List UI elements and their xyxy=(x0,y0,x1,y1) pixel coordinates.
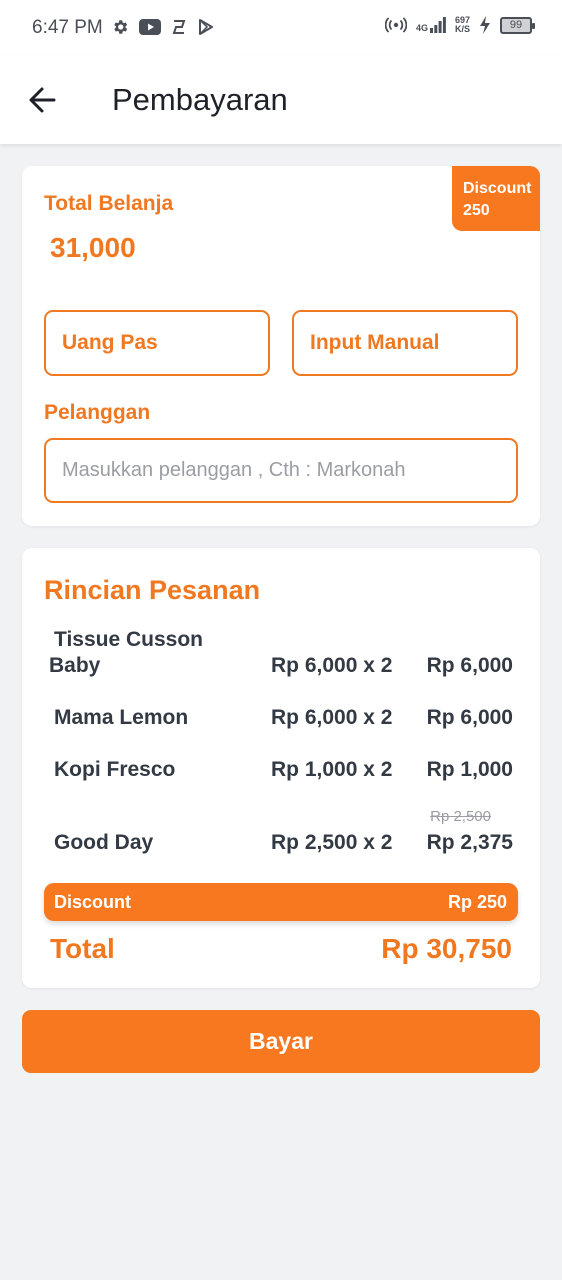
customer-input[interactable] xyxy=(44,438,518,503)
item-qty: Rp 6,000 x 2 xyxy=(271,654,393,677)
discount-bar: Discount Rp 250 xyxy=(44,883,518,921)
item-qty: Rp 2,500 x 2 xyxy=(271,831,393,854)
payment-summary-card: Total Belanja 31,000 Discount 250 Uang P… xyxy=(22,166,540,526)
customer-label: Pelanggan xyxy=(44,401,151,424)
status-bar: 6:47 PM 4G 697 K/S 99 xyxy=(0,0,562,56)
app-icon xyxy=(172,20,186,34)
youtube-icon xyxy=(139,19,161,35)
arrow-left-icon xyxy=(29,87,56,113)
back-button[interactable] xyxy=(26,84,62,116)
page-title: Pembayaran xyxy=(112,82,288,117)
network-type: 4G xyxy=(415,23,428,33)
status-time: 6:47 PM xyxy=(32,17,103,38)
item-name: Kopi Fresco xyxy=(54,758,176,781)
grand-total-value: Rp 30,750 xyxy=(381,933,512,964)
item-subtotal: Rp 6,000 xyxy=(426,706,513,729)
hotspot-icon xyxy=(384,17,407,33)
item-subtotal: Rp 2,375 xyxy=(426,831,513,854)
total-belanja-value: 31,000 xyxy=(50,232,136,263)
item-qty: Rp 1,000 x 2 xyxy=(271,758,393,781)
signal-indicator: 4G xyxy=(416,17,446,33)
order-details-card: Rincian Pesanan Tissue Cusson Baby Rp 6,… xyxy=(22,548,540,988)
charging-icon xyxy=(480,16,490,34)
item-subtotal: Rp 1,000 xyxy=(426,758,513,781)
order-details-title: Rincian Pesanan xyxy=(44,575,261,605)
system-icons: 4G 697 K/S 99 xyxy=(384,16,535,34)
net-speed-unit: K/S xyxy=(454,24,470,34)
discount-badge-value: 250 xyxy=(463,202,490,219)
discount-badge: Discount 250 xyxy=(452,166,540,231)
total-belanja-label: Total Belanja xyxy=(44,192,174,215)
signal-icon xyxy=(429,17,446,33)
play-store-icon xyxy=(199,19,213,35)
notification-icons xyxy=(111,18,215,36)
settings-icon xyxy=(114,20,128,34)
manual-input-button[interactable]: Input Manual xyxy=(292,310,518,376)
battery-icon: 99 xyxy=(500,16,535,34)
exact-money-button[interactable]: Uang Pas xyxy=(44,310,270,376)
discount-label: Discount xyxy=(54,891,132,912)
item-subtotal: Rp 6,000 xyxy=(426,654,513,677)
app-bar: Pembayaran xyxy=(0,56,562,144)
grand-total-label: Total xyxy=(50,933,115,964)
item-name: Tissue Cusson xyxy=(54,628,203,651)
battery-level: 99 xyxy=(509,19,523,31)
item-name-continued: Baby xyxy=(49,654,101,677)
item-name: Good Day xyxy=(54,831,154,854)
pay-button[interactable]: Bayar xyxy=(22,1010,540,1073)
net-speed: 697 K/S xyxy=(455,16,470,34)
item-name: Mama Lemon xyxy=(54,706,189,729)
item-qty: Rp 6,000 x 2 xyxy=(271,706,393,729)
item-original-price: Rp 2,500 xyxy=(430,808,491,825)
discount-badge-label: Discount xyxy=(463,180,532,197)
discount-value: Rp 250 xyxy=(447,891,507,912)
